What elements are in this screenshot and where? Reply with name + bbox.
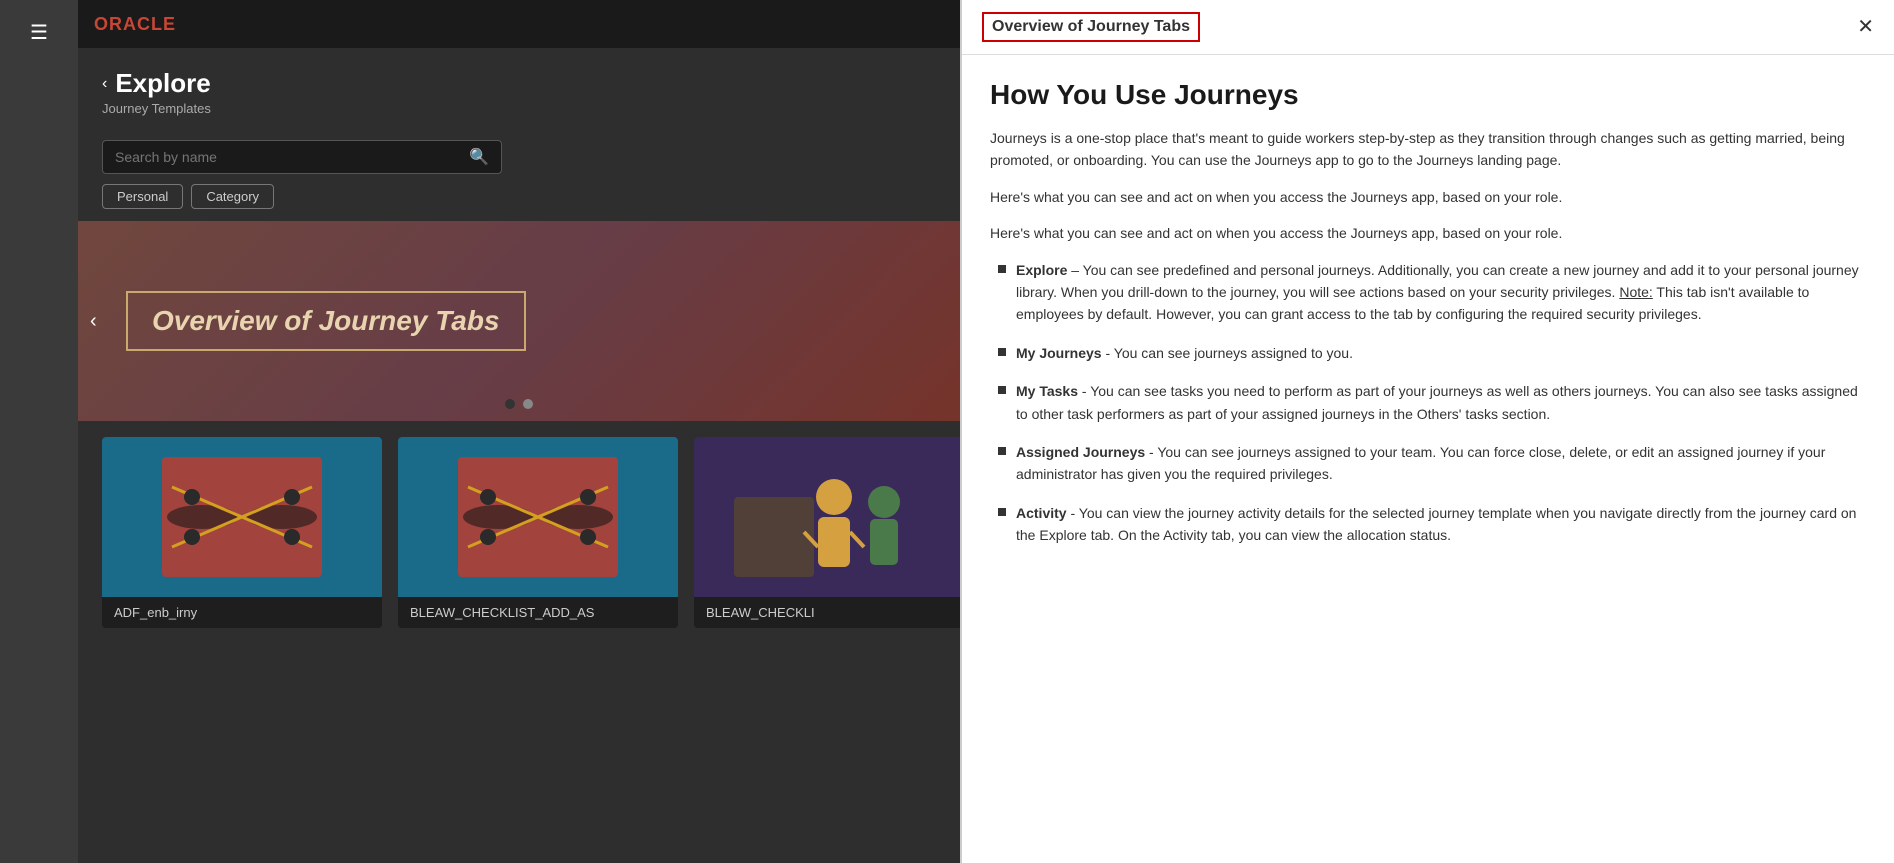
back-arrow-icon[interactable]: ‹ [102,75,107,93]
search-box: 🔍 [102,140,502,174]
activity-list-item-text: Activity - You can view the journey acti… [1016,502,1866,547]
list-item: Activity - You can view the journey acti… [998,502,1866,547]
personal-filter-button[interactable]: Personal [102,184,183,209]
list-item[interactable]: BLEAW_CHECKLIST_ADD_AS [398,437,678,628]
banner-dot-2[interactable] [523,399,533,409]
banner-prev-button[interactable]: ‹ [90,310,97,333]
card-label-3: BLEAW_CHECKLI [694,597,960,628]
list-item: Assigned Journeys - You can see journeys… [998,441,1866,486]
explore-back[interactable]: ‹ Explore [102,68,936,99]
right-panel-header: Overview of Journey Tabs ✕ [962,0,1894,55]
search-area: 🔍 Personal Category [78,132,960,221]
hamburger-icon[interactable]: ☰ [22,12,56,53]
card-label-2: BLEAW_CHECKLIST_ADD_AS [398,597,678,628]
content-para-2: Here's what you can see and act on when … [990,186,1866,208]
bullet-icon [998,508,1006,516]
bullet-icon [998,348,1006,356]
banner-title-box: Overview of Journey Tabs [126,291,526,351]
search-icon: 🔍 [469,147,489,167]
top-bar: ORACLE [78,0,960,48]
card-image-3 [694,437,960,597]
content-para-1: Journeys is a one-stop place that's mean… [990,127,1866,172]
content-main-title: How You Use Journeys [990,79,1866,111]
right-panel: Overview of Journey Tabs ✕ How You Use J… [960,0,1894,863]
right-panel-content: How You Use Journeys Journeys is a one-s… [962,55,1894,586]
main-panel: ORACLE ‹ Explore Journey Templates 🔍 Per… [78,0,960,863]
bullet-icon [998,447,1006,455]
list-item: My Journeys - You can see journeys assig… [998,342,1866,364]
right-panel-title: Overview of Journey Tabs [982,12,1200,42]
sidebar: ☰ [0,0,78,863]
card-label-1: ADF_enb_irny [102,597,382,628]
card-image-1 [102,437,382,597]
oracle-logo: ORACLE [94,14,176,35]
close-button[interactable]: ✕ [1857,17,1874,37]
search-input[interactable] [115,149,469,165]
card-image-svg-1 [102,437,382,597]
list-item: Explore – You can see predefined and per… [998,259,1866,326]
content-list: Explore – You can see predefined and per… [990,259,1866,547]
my-journeys-list-item-text: My Journeys - You can see journeys assig… [1016,342,1353,364]
my-tasks-list-item-text: My Tasks - You can see tasks you need to… [1016,380,1866,425]
list-item[interactable]: ADF_enb_irny [102,437,382,628]
bullet-icon [998,386,1006,394]
explore-list-item-text: Explore – You can see predefined and per… [1016,259,1866,326]
list-item[interactable]: BLEAW_CHECKLI [694,437,960,628]
bullet-icon [998,265,1006,273]
card-image-svg-3 [694,437,960,597]
category-filter-button[interactable]: Category [191,184,274,209]
card-image-svg-2 [398,437,678,597]
cards-area: ADF_enb_irny BLEAW_CHECKLIST_ADD_AS [78,421,960,644]
content-para-3: Here's what you can see and act on when … [990,222,1866,244]
banner-dot-1[interactable] [505,399,515,409]
journey-templates-subtitle: Journey Templates [102,101,936,116]
assigned-journeys-list-item-text: Assigned Journeys - You can see journeys… [1016,441,1866,486]
list-item: My Tasks - You can see tasks you need to… [998,380,1866,425]
banner: ‹ Overview of Journey Tabs [78,221,960,421]
banner-title: Overview of Journey Tabs [152,305,500,336]
filter-buttons: Personal Category [102,184,936,209]
explore-header: ‹ Explore Journey Templates [78,48,960,132]
card-image-2 [398,437,678,597]
banner-dots [505,399,533,409]
explore-title: Explore [115,68,210,99]
